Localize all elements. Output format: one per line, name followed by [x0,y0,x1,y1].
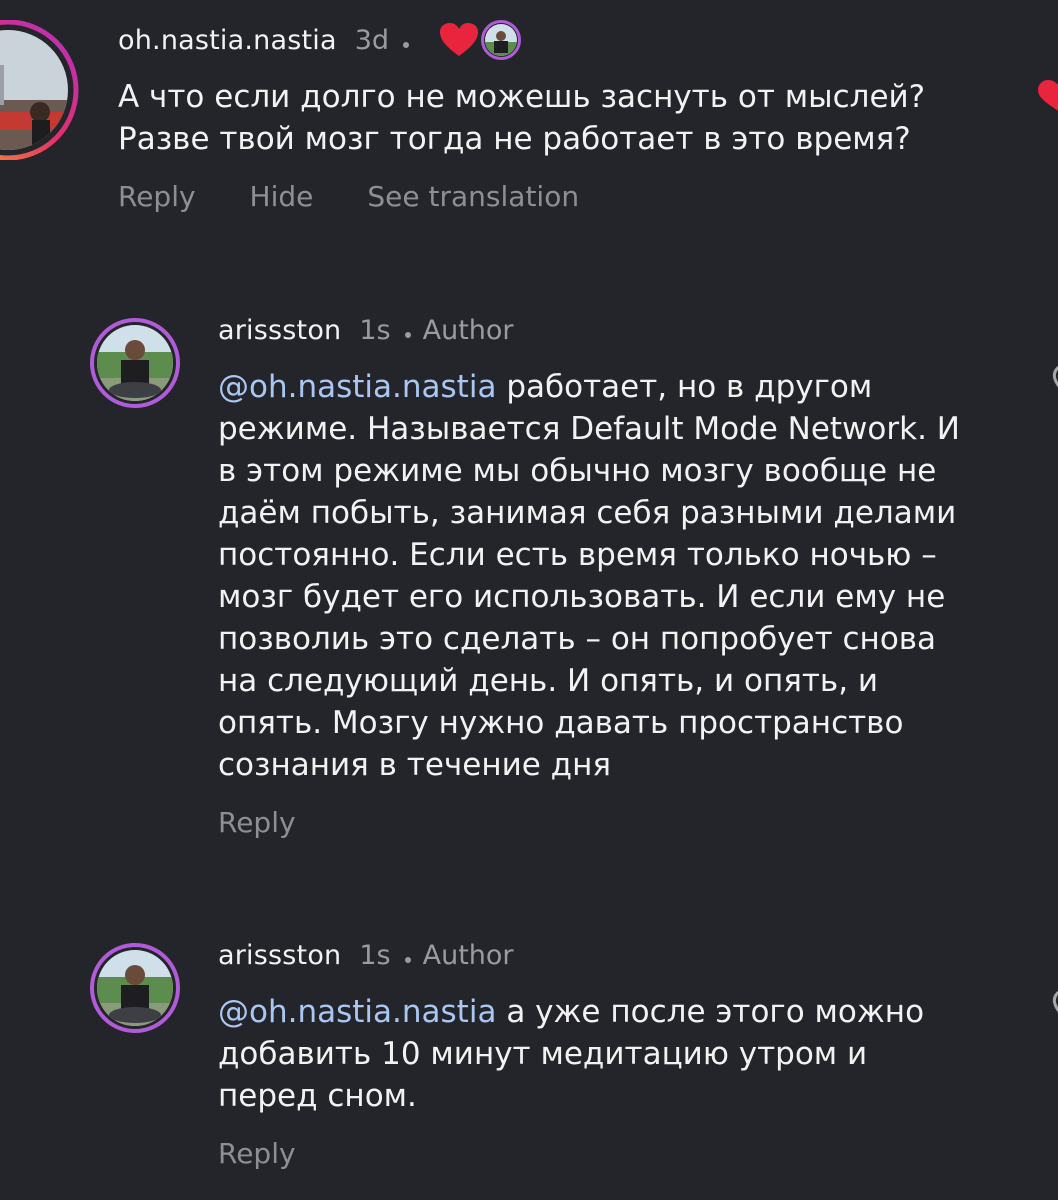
mention-link[interactable]: @oh.nastia.nastia [218,994,496,1030]
comment-time: 3d [354,24,390,56]
reply-button[interactable]: Reply [218,806,296,839]
comment-text: @oh.nastia.nastia а уже после этого можн… [218,991,963,1117]
comment-text: А что если долго не можешь заснуть от мы… [118,79,926,157]
comment-actions: Reply Hide See translation [118,180,998,213]
meta-separator [404,332,411,338]
see-translation-button[interactable]: See translation [367,180,579,213]
like-button[interactable] [1034,76,1058,160]
reply-button[interactable]: Reply [118,180,196,213]
avatar-arissston[interactable] [90,318,180,408]
hide-button[interactable]: Hide [250,180,314,213]
reply-button[interactable]: Reply [218,1137,296,1170]
comment-username[interactable]: arissston [218,315,341,346]
author-badge: Author [422,939,514,971]
meta-separator [403,42,410,48]
mention-link[interactable]: @oh.nastia.nastia [218,369,496,405]
comment-username[interactable]: arissston [218,940,341,971]
like-button[interactable] [1034,987,1058,1051]
author-badge: Author [422,314,514,346]
meta-separator [404,957,411,963]
like-outline-icon [1052,990,1058,1013]
like-outline-icon [1052,365,1058,388]
heart-icon [439,22,479,58]
avatar-story-ring [0,20,79,160]
comment-actions: Reply [218,1137,978,1170]
avatar [90,943,180,1033]
comment-time: 1s [359,314,391,346]
avatar-arissston[interactable] [90,943,180,1033]
avatar [90,318,180,408]
comment-actions: Reply [218,806,978,839]
comment-body: работает, но в другом режиме. Называется… [218,369,960,783]
author-like-avatar [481,20,522,60]
like-button[interactable] [1034,362,1058,426]
comment-username[interactable]: oh.nastia.nastia [118,25,337,56]
avatar-oh-nastia[interactable] [0,20,86,160]
heart-icon [1038,80,1058,111]
comment-text: @oh.nastia.nastia работает, но в другом … [218,366,963,786]
comment-time: 1s [359,939,391,971]
